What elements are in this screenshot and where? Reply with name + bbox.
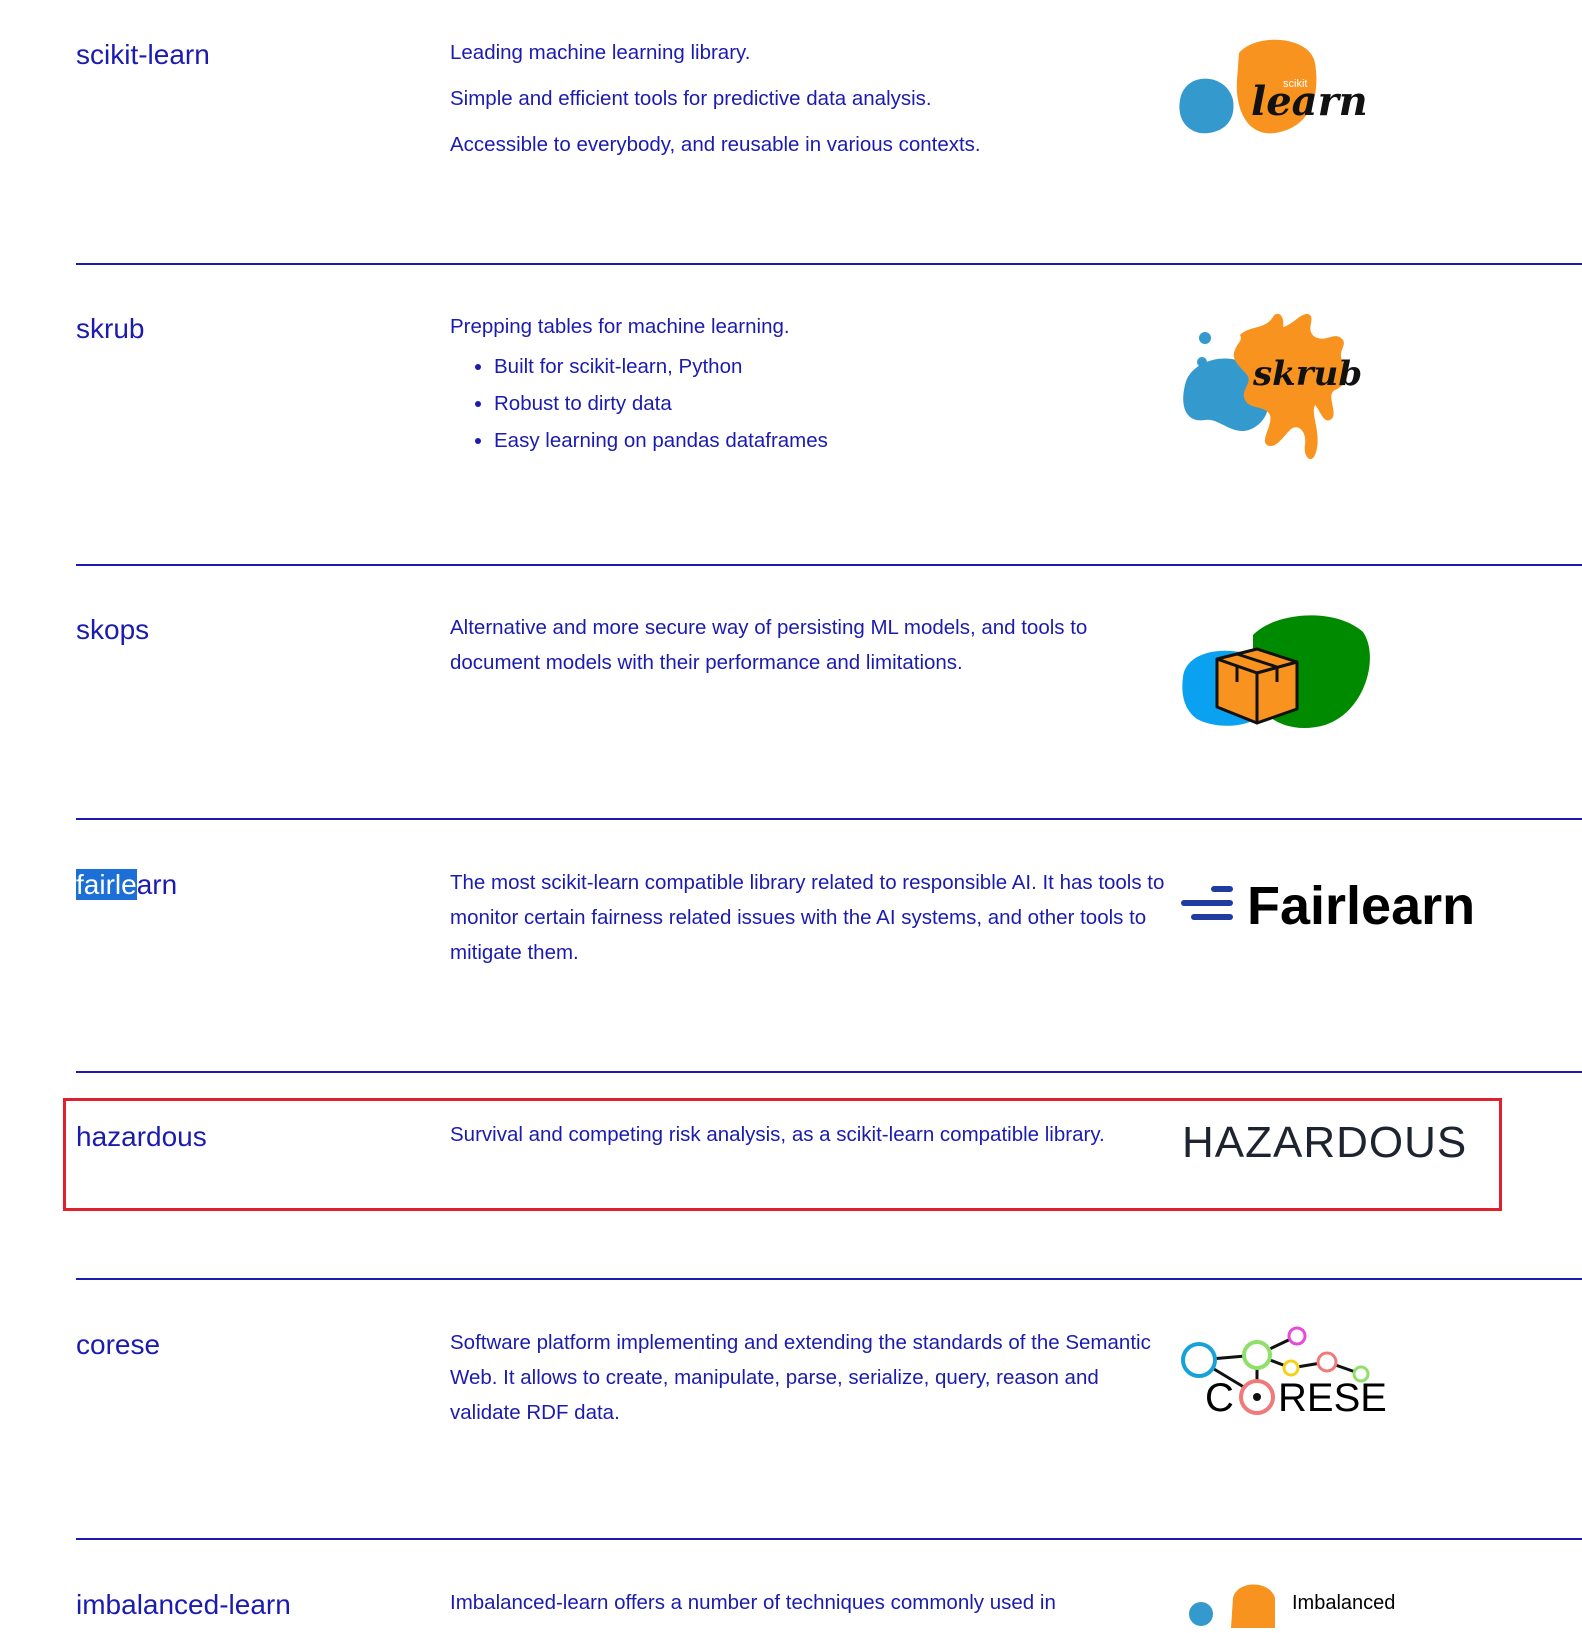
highlight-box	[63, 1098, 1502, 1211]
unselected-text: arn	[136, 869, 178, 900]
description-line: Simple and efficient tools for predictiv…	[450, 87, 932, 110]
feature-item: Built for scikit-learn, Python	[494, 348, 1170, 385]
logo-text: Fairlearn	[1247, 876, 1475, 936]
logo-text: Imbalanced	[1292, 1592, 1395, 1614]
logo-text: skrub	[1252, 354, 1362, 394]
selected-text: fairle	[76, 869, 137, 900]
row-divider	[76, 818, 1582, 820]
feature-list: Built for scikit-learn, Python Robust to…	[450, 348, 1170, 459]
description-text: Alternative and more secure way of persi…	[450, 616, 1088, 674]
row-divider	[76, 1538, 1582, 1540]
corese-logo[interactable]: C RESE	[1175, 1320, 1387, 1435]
project-description: Alternative and more secure way of persi…	[450, 610, 1170, 692]
project-description: Prepping tables for machine learning. Bu…	[450, 309, 1170, 459]
description-line: Accessible to everybody, and reusable in…	[450, 133, 981, 156]
skops-logo[interactable]	[1175, 607, 1375, 740]
feature-item: Robust to dirty data	[494, 385, 1170, 422]
project-name-link[interactable]: skops	[76, 613, 149, 647]
project-description: Imbalanced-learn offers a number of tech…	[450, 1585, 1170, 1632]
row-divider	[76, 564, 1582, 566]
description-text: Software platform implementing and exten…	[450, 1331, 1151, 1424]
project-name-link[interactable]: scikit-learn	[76, 38, 210, 72]
project-name-link[interactable]: skrub	[76, 312, 144, 346]
fairlearn-logo[interactable]: Fairlearn	[1175, 870, 1485, 945]
description-text: Imbalanced-learn offers a number of tech…	[450, 1591, 1056, 1614]
logo-text-left: C	[1205, 1376, 1234, 1420]
project-name-link[interactable]: imbalanced-learn	[76, 1588, 291, 1622]
row-divider	[76, 1071, 1582, 1073]
description-text: The most scikit-learn compatible library…	[450, 871, 1165, 964]
project-name-link[interactable]: fairlearn	[76, 868, 177, 902]
imbalanced-learn-logo[interactable]: Imbalanced	[1175, 1580, 1405, 1633]
scikit-learn-logo[interactable]: scikit learn	[1175, 35, 1375, 145]
project-description: The most scikit-learn compatible library…	[450, 865, 1170, 982]
logo-text-main: learn	[1251, 78, 1368, 125]
logo-text-right: RESE	[1278, 1376, 1385, 1420]
project-description: Software platform implementing and exten…	[450, 1325, 1170, 1442]
description-line: Leading machine learning library.	[450, 41, 751, 64]
project-name-link[interactable]: corese	[76, 1328, 160, 1362]
project-description: Leading machine learning library. Simple…	[450, 35, 1170, 174]
row-divider	[76, 1278, 1582, 1280]
feature-item: Easy learning on pandas dataframes	[494, 422, 1170, 459]
skrub-logo[interactable]: skrub	[1175, 305, 1375, 470]
description-intro: Prepping tables for machine learning.	[450, 315, 790, 338]
row-divider	[76, 263, 1582, 265]
